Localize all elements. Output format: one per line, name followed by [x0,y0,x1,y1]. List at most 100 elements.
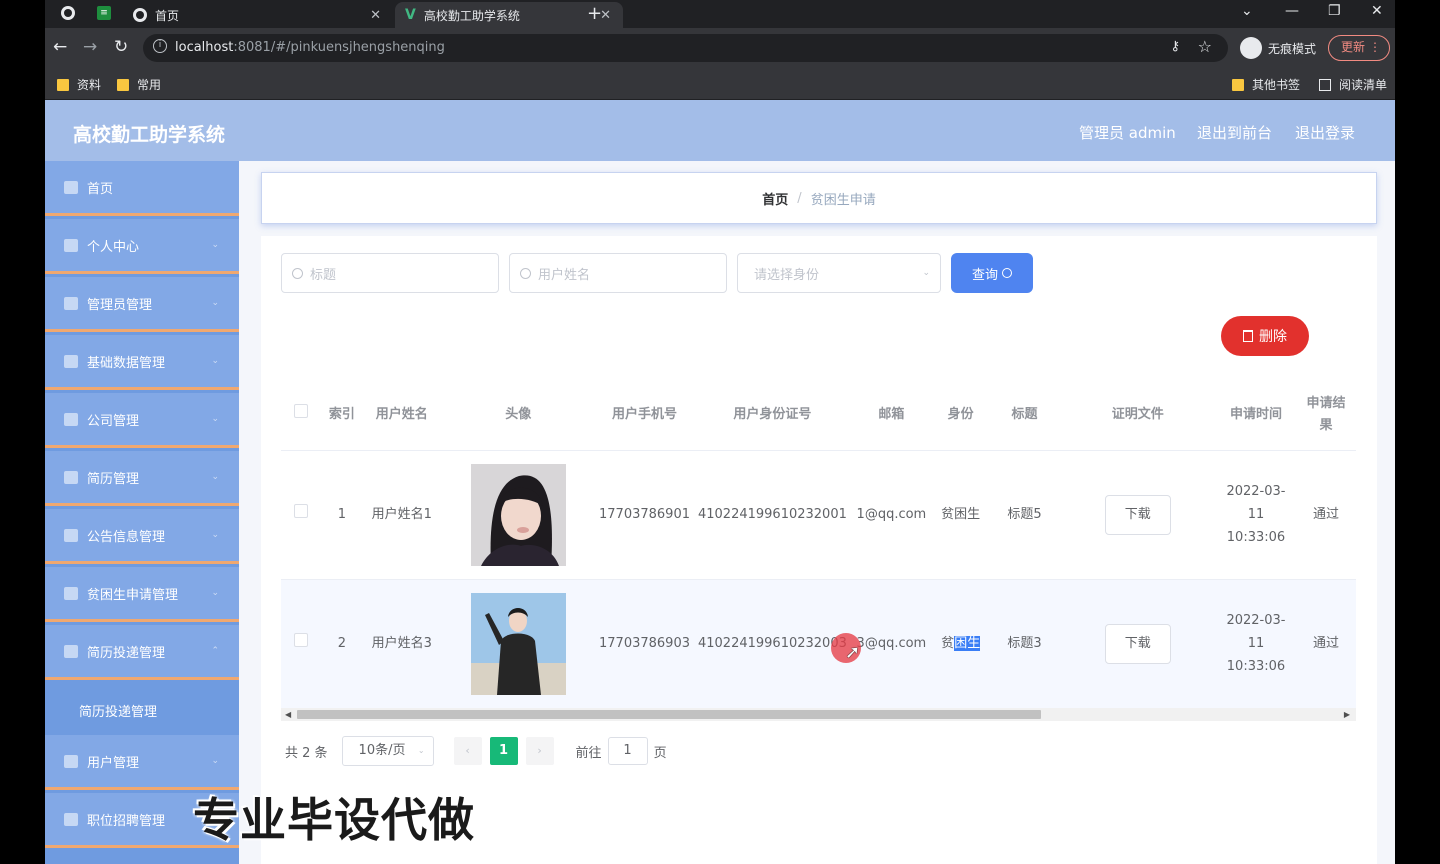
restore-icon[interactable]: ❐ [1328,3,1341,19]
logout-link[interactable]: 退出登录 [1295,122,1355,143]
new-tab-icon[interactable]: + [587,3,602,24]
sidebar-item-users[interactable]: 用户管理 ⌄ [45,735,239,790]
main-area: 首页 / 贫困生申请 标题 用户姓名 请选择身份 ⌄ 查询 删除 索引 用户姓名… [239,161,1395,864]
sidebar-item-poor-apply[interactable]: 贫困生申请管理 ⌄ [45,567,239,622]
bookmark-folder[interactable]: 常用 [117,76,161,93]
sidebar-item-company[interactable]: 公司管理 ⌄ [45,393,239,448]
reading-list[interactable]: 阅读清单 [1319,76,1387,93]
identity-text: 贫 [941,636,955,651]
sidebar-item-label: 公司管理 [87,413,140,429]
star-icon[interactable]: ☆ [1198,37,1212,56]
next-page-button[interactable]: › [525,737,554,765]
more-icon[interactable]: ⋮ [1369,36,1381,59]
chevron-down-icon: ⌄ [211,588,219,598]
apply-icon [64,586,78,600]
chevron-down-icon[interactable]: ⌄ [1241,3,1253,19]
username-search-input[interactable]: 用户姓名 [509,253,727,293]
grid-icon [64,354,78,368]
page-unit-label: 页 [653,745,667,761]
file-cell: 下载 [1059,450,1216,580]
chevron-down-icon: ⌄ [417,746,425,755]
column-header: 证明文件 [1059,380,1216,451]
result-cell: 通过 [1296,450,1356,580]
back-icon[interactable]: ← [53,37,67,57]
sheets-icon[interactable]: ≡ [97,6,111,20]
sidebar: 首页 个人中心 ⌄ 管理员管理 ⌄ 基础数据管理 ⌄ 公司管理 ⌄ 简历管理 ⌄ [45,161,239,864]
admin-user-label[interactable]: 管理员 admin [1079,122,1176,143]
chart-icon [64,812,78,826]
selected-text: 困生 [954,636,981,651]
resume-icon [64,470,78,484]
company-icon [64,412,78,426]
total-count: 共 2 条 [285,745,328,761]
breadcrumb: 首页 / 贫困生申请 [261,172,1377,224]
sidebar-item-notice[interactable]: 公告信息管理 ⌄ [45,509,239,564]
row-checkbox[interactable] [294,633,309,647]
sidebar-item-basic-data[interactable]: 基础数据管理 ⌄ [45,335,239,390]
minimize-icon[interactable]: — [1285,3,1299,19]
address-bar: ← → ↻ i localhost:8081/#/pinkuensjhengsh… [45,28,1395,68]
close-window-icon[interactable]: ✕ [1371,3,1383,19]
avatar-image [470,463,566,566]
scrollbar-thumb[interactable] [297,710,1041,719]
deliver-icon [64,644,78,658]
folder-icon [117,78,129,91]
incognito-icon [1240,37,1262,59]
title-search-input[interactable]: 标题 [281,253,499,293]
url-field[interactable]: i localhost:8081/#/pinkuensjhengshenqing… [143,34,1228,62]
select-all-checkbox[interactable] [294,403,309,418]
close-icon[interactable]: ✕ [370,8,381,23]
sidebar-item-profile[interactable]: 个人中心 ⌄ [45,219,239,274]
title-cell: 标题3 [989,579,1060,709]
info-icon[interactable]: i [153,39,167,53]
table-horizontal-scrollbar[interactable]: ◀ ▶ [281,708,1356,721]
sidebar-item-label: 简历投递管理 [87,645,166,661]
reload-icon[interactable]: ↻ [114,37,128,57]
row-checkbox[interactable] [294,504,309,518]
chevron-up-icon: ⌃ [211,646,219,656]
globe-icon[interactable] [61,6,75,20]
download-button[interactable]: 下载 [1104,494,1171,535]
download-button[interactable]: 下载 [1104,623,1171,664]
forward-icon[interactable]: → [83,37,97,57]
query-button[interactable]: 查询 [951,253,1033,293]
page-number-current[interactable]: 1 [489,737,518,765]
incognito-indicator[interactable]: 无痕模式 [1240,37,1316,59]
watermark-overlay: 专业毕设代做 [193,793,475,847]
title-cell: 标题5 [989,450,1060,580]
folder-icon [1232,78,1244,91]
table-row[interactable]: 2 用户姓名3 17703786903 410224199610232003 3… [281,579,1356,709]
row-select-cell [281,579,322,709]
key-icon[interactable]: ⚷ [1170,39,1180,54]
update-label: 更新 [1341,40,1366,54]
prev-page-button[interactable]: ‹ [453,737,482,765]
top-header: 高校勤工助学系统 管理员 admin 退出到前台 退出登录 [45,100,1395,161]
query-label: 查询 [971,267,998,283]
page-size-select[interactable]: 10条/页 ⌄ [341,736,434,766]
bookmark-folder[interactable]: 资料 [57,76,101,93]
scroll-right-icon[interactable]: ▶ [1344,708,1350,721]
scroll-left-icon[interactable]: ◀ [285,708,291,721]
pagination: 共 2 条 10条/页 ⌄ ‹ 1 › 前往 1 页 [285,736,667,766]
table-row[interactable]: 1 用户姓名1 17703786901 410224199610232001 1… [281,450,1356,580]
time-cell: 2022-03-11 10:33:06 [1215,579,1297,709]
breadcrumb-current: 贫困生申请 [810,192,876,208]
goto-page-input[interactable]: 1 [607,737,648,765]
sidebar-subitem-resume-deliver[interactable]: 简历投递管理 [45,683,239,737]
sidebar-item-admin[interactable]: 管理员管理 ⌄ [45,277,239,332]
delete-button[interactable]: 删除 [1221,316,1309,356]
app-title: 高校勤工助学系统 [73,124,226,146]
update-button[interactable]: 更新 ⋮ [1328,35,1390,61]
result-cell: 通过 [1296,579,1356,709]
browser-tab-home[interactable]: 首页 ✕ [127,2,393,28]
other-bookmarks[interactable]: 其他书签 [1232,76,1300,93]
name-cell: 用户姓名3 [362,579,442,709]
search-icon [520,267,531,279]
sidebar-item-resume-deliver[interactable]: 简历投递管理 ⌃ [45,625,239,680]
sidebar-item-home[interactable]: 首页 [45,161,239,216]
breadcrumb-home[interactable]: 首页 [762,189,788,208]
sidebar-item-resume[interactable]: 简历管理 ⌄ [45,451,239,506]
exit-to-front-link[interactable]: 退出到前台 [1197,122,1272,143]
identity-select[interactable]: 请选择身份 ⌄ [737,253,941,293]
tab-label: 首页 [155,8,180,23]
